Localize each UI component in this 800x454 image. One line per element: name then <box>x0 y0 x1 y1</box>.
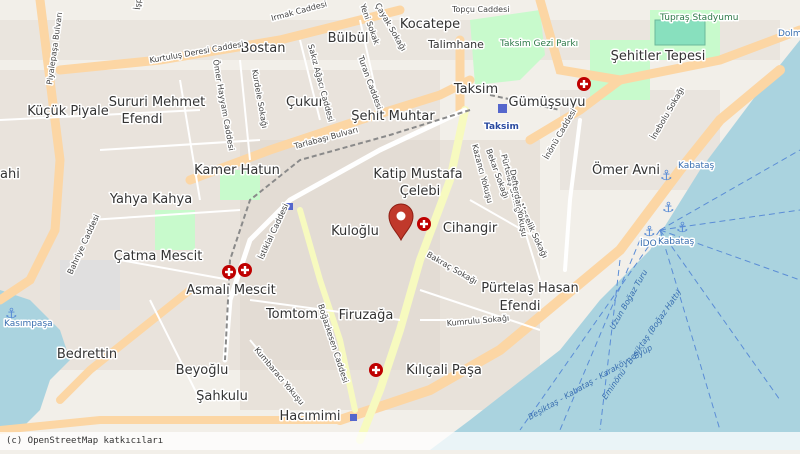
label-kocatepe: Kocatepe <box>400 17 460 32</box>
label-hacimimi: Hacımimi <box>279 409 340 424</box>
label-talimhane: Talimhane <box>427 38 484 51</box>
label-kilicali: Kılıçali Paşa <box>406 363 482 378</box>
label-sururi-1: Sururi Mehmet <box>109 95 205 110</box>
label-bulbul: Bülbül <box>328 31 369 46</box>
label-kucuk-piyale: Küçük Piyale <box>27 104 109 119</box>
label-purtelas-2: Efendi <box>500 299 541 314</box>
label-omer-avni: Ömer Avni <box>592 161 660 178</box>
anchor-icon: ⚓ <box>660 168 673 184</box>
label-kabatas-2: Kabataş <box>658 237 695 247</box>
label-kasimpasa: Kasımpaşa <box>4 319 53 329</box>
hospital-icon[interactable] <box>222 265 236 279</box>
label-taksim-station: Taksim <box>484 122 519 132</box>
label-kabatas-1: Kabataş <box>678 161 715 171</box>
map-canvas[interactable]: ⚓ ⚓ ⚓ ⚓ ⚓ Kocatepe Bostan Bülbül Küçük P… <box>0 0 800 450</box>
label-yahya-kahya: Yahya Kahya <box>109 192 192 207</box>
label-kuloglu: Kuloğlu <box>331 224 379 239</box>
label-katip-1: Katip Mustafa <box>373 167 462 182</box>
label-taksim-park: Taksim Gezi Parkı <box>499 39 578 49</box>
label-firuzaga: Firuzağa <box>339 308 394 323</box>
label-sahkulu: Şahkulu <box>196 389 248 404</box>
label-ido: İDO <box>640 238 657 249</box>
map-svg: ⚓ ⚓ ⚓ ⚓ ⚓ Kocatepe Bostan Bülbül Küçük P… <box>0 0 800 450</box>
label-taksim: Taksim <box>453 82 498 97</box>
label-cihangir: Cihangir <box>443 221 498 236</box>
label-beyoglu: Beyoğlu <box>176 363 229 378</box>
label-bostan: Bostan <box>241 41 286 56</box>
map-attribution: (c) OpenStreetMap katkıcıları <box>0 432 800 450</box>
stadium <box>655 20 705 45</box>
label-sehit-muhtar: Şehit Muhtar <box>351 109 435 124</box>
hospital-icon[interactable] <box>577 77 591 91</box>
label-tupras: Tüpraş Stadyumu <box>659 13 738 23</box>
label-dolma: Dolm <box>778 29 800 39</box>
label-sururi-2: Efendi <box>122 112 163 127</box>
hospital-icon[interactable] <box>369 363 383 377</box>
label-kamer-hatun: Kamer Hatun <box>194 163 280 178</box>
label-catma-mescit: Çatma Mescit <box>114 249 203 264</box>
hospital-icon[interactable] <box>417 217 431 231</box>
anchor-icon: ⚓ <box>662 200 675 216</box>
anchor-icon: ⚓ <box>676 220 689 236</box>
label-bedrettin: Bedrettin <box>57 347 117 362</box>
anchor-icon: ⚓ <box>643 224 656 240</box>
label-sehitler-tepesi: Şehitler Tepesi <box>611 49 706 64</box>
label-asmali-mescit: Asmalı Mescit <box>186 283 276 298</box>
hospital-icon[interactable] <box>238 263 252 277</box>
label-cukur: Çukur <box>286 95 325 110</box>
label-ahi: ahi <box>0 167 20 182</box>
label-purtelas-1: Pürtelaş Hasan <box>481 281 579 296</box>
label-gumussuyu: Gümüşsuyu <box>509 95 586 110</box>
street-topcu: Topçu Caddesi <box>451 5 509 14</box>
label-tomtom: Tomtom <box>265 307 318 322</box>
label-katip-2: Çelebi <box>400 184 441 199</box>
